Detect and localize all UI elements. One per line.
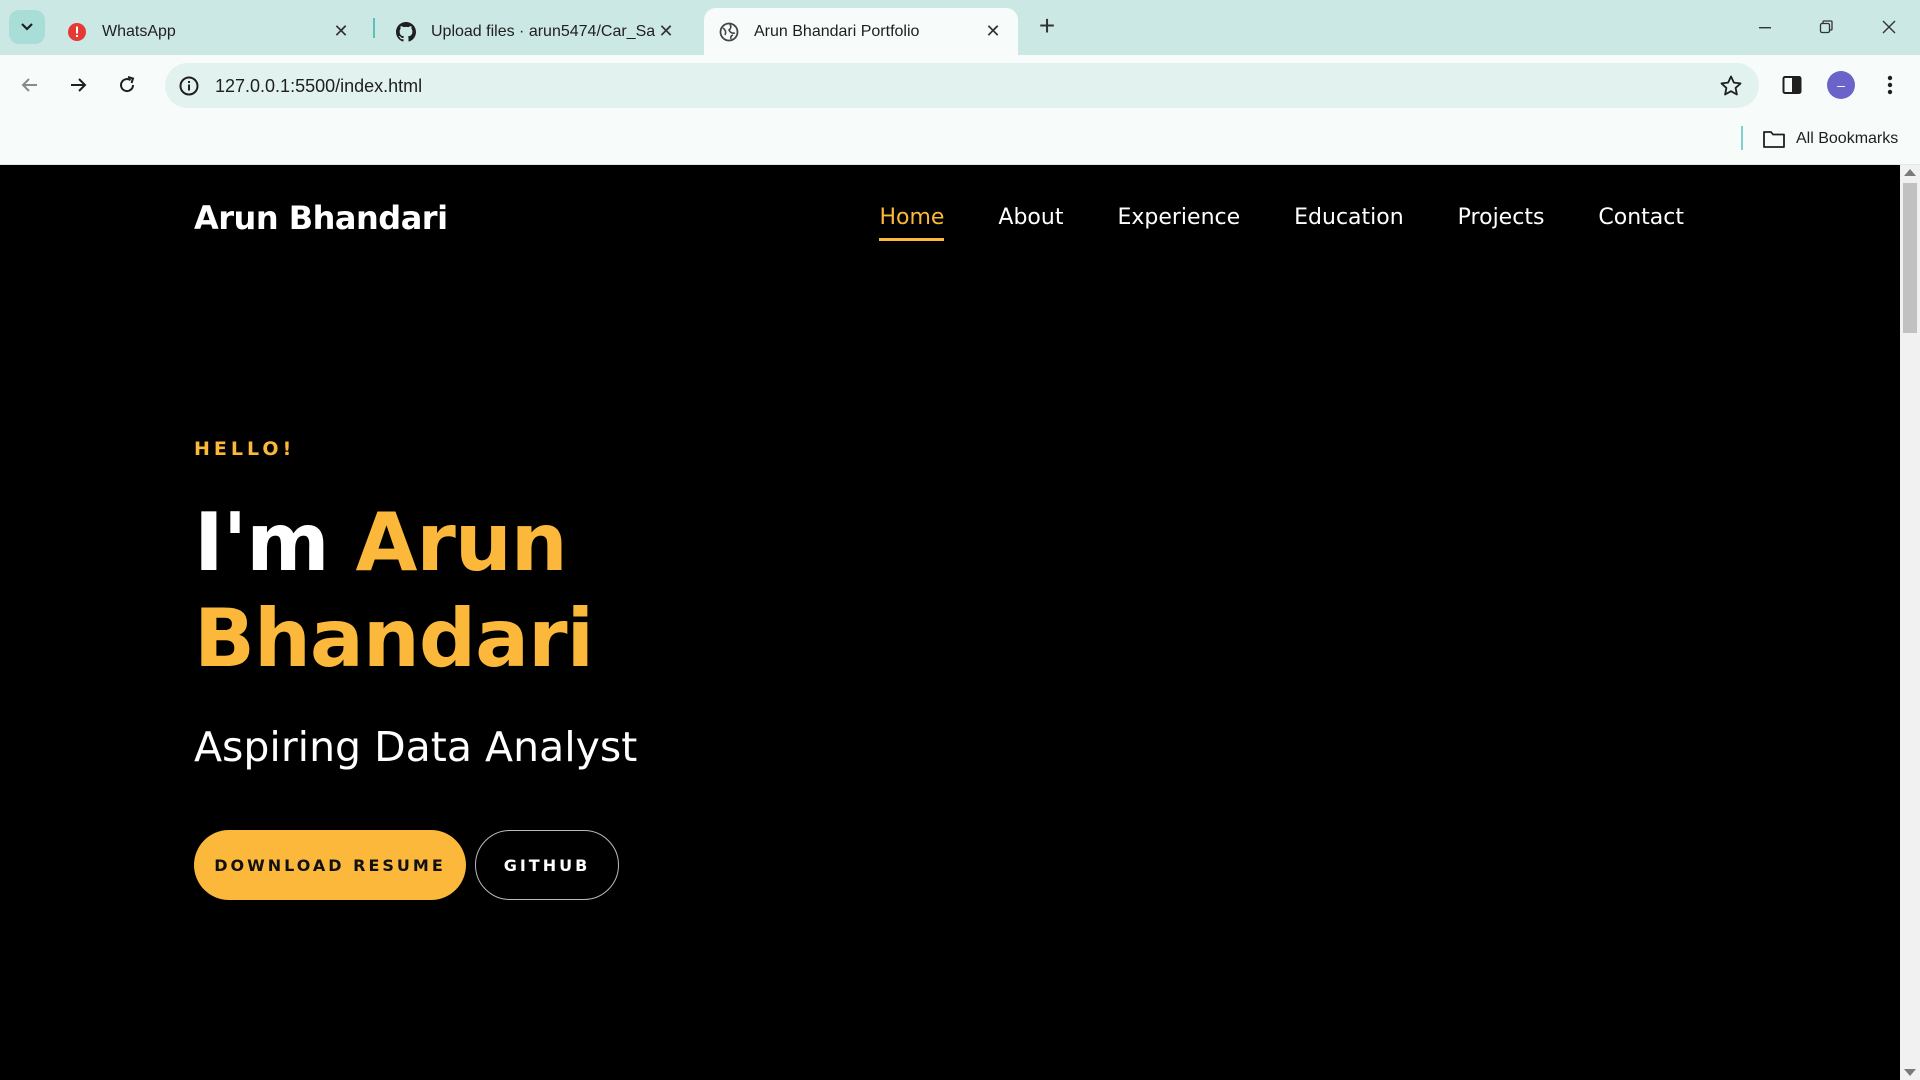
url-text[interactable]: 127.0.0.1:5500/index.html	[215, 76, 422, 97]
minimize-icon	[1759, 27, 1771, 29]
nav-experience[interactable]: Experience	[1117, 205, 1240, 241]
close-tab-icon[interactable]: ✕	[655, 21, 677, 43]
hero-greeting: HELLO!	[194, 438, 296, 460]
nav-about[interactable]: About	[998, 205, 1063, 241]
tab-search-button[interactable]	[9, 10, 45, 44]
close-tab-icon[interactable]: ✕	[982, 21, 1004, 43]
site-nav: Home About Experience Education Projects…	[879, 205, 1684, 241]
site-logo[interactable]: Arun Bhandari	[194, 199, 448, 237]
download-resume-button[interactable]: DOWNLOAD RESUME	[194, 830, 466, 900]
tab-strip: WhatsApp ✕ Upload files · arun5474/Car_S…	[0, 0, 1920, 55]
chevron-down-icon	[21, 23, 33, 31]
nav-education[interactable]: Education	[1294, 205, 1404, 241]
hero-role: Aspiring Data Analyst	[194, 723, 638, 771]
github-button[interactable]: GITHUB	[475, 830, 619, 900]
page-viewport: Arun Bhandari Home About Experience Educ…	[0, 165, 1900, 1080]
tab-whatsapp[interactable]: WhatsApp ✕	[52, 8, 366, 55]
arrow-right-icon	[71, 78, 87, 92]
close-tab-icon[interactable]: ✕	[330, 21, 352, 43]
bookmarks-bar: All Bookmarks	[0, 114, 1920, 165]
new-tab-button[interactable]: +	[1032, 12, 1062, 42]
tab-title: Upload files · arun5474/Car_Sal	[431, 22, 655, 40]
arrow-left-icon	[21, 78, 37, 92]
hero-headline: I'm Arun Bhandari	[194, 495, 894, 687]
profile-button[interactable]: –	[1823, 67, 1859, 103]
page-scrollbar[interactable]	[1900, 165, 1920, 1080]
bookmark-star-icon[interactable]	[1717, 72, 1745, 100]
restore-button[interactable]	[1804, 8, 1848, 46]
reload-button[interactable]	[109, 67, 145, 103]
hero-name-last: Bhandari	[194, 592, 594, 685]
tab-portfolio[interactable]: Arun Bhandari Portfolio ✕	[704, 8, 1018, 55]
scroll-up-arrow-icon[interactable]	[1904, 169, 1916, 176]
site-info-icon[interactable]	[177, 74, 201, 98]
tab-github-upload[interactable]: Upload files · arun5474/Car_Sal ✕	[381, 8, 691, 55]
scroll-thumb[interactable]	[1903, 183, 1917, 333]
reload-icon	[120, 76, 135, 93]
all-bookmarks-label: All Bookmarks	[1796, 130, 1899, 147]
all-bookmarks-button[interactable]: All Bookmarks	[1762, 126, 1898, 152]
scroll-down-arrow-icon[interactable]	[1904, 1069, 1916, 1076]
browser-toolbar: 127.0.0.1:5500/index.html –	[0, 55, 1920, 114]
globe-icon	[718, 21, 740, 43]
forward-button[interactable]	[60, 67, 96, 103]
side-panel-icon	[1782, 76, 1802, 94]
back-button[interactable]	[12, 67, 48, 103]
kebab-menu-icon	[1887, 75, 1893, 95]
close-window-button[interactable]	[1867, 8, 1911, 46]
browser-menu-button[interactable]	[1872, 67, 1908, 103]
tab-title: Arun Bhandari Portfolio	[754, 22, 920, 40]
nav-home[interactable]: Home	[879, 205, 945, 241]
nav-projects[interactable]: Projects	[1458, 205, 1545, 241]
folder-icon	[1763, 131, 1785, 148]
tab-separator	[373, 18, 375, 38]
restore-icon	[1819, 20, 1833, 34]
tab-title: WhatsApp	[102, 22, 176, 40]
close-icon	[1882, 20, 1896, 34]
side-panel-button[interactable]	[1774, 67, 1810, 103]
hero-intro: I'm	[194, 496, 356, 589]
whatsapp-alert-icon	[66, 21, 88, 43]
address-bar[interactable]: 127.0.0.1:5500/index.html	[165, 63, 1759, 108]
bookmarks-separator	[1741, 126, 1743, 150]
hero-name-first: Arun	[355, 496, 567, 589]
nav-contact[interactable]: Contact	[1598, 205, 1684, 241]
github-icon	[395, 21, 417, 43]
avatar: –	[1827, 71, 1855, 99]
minimize-button[interactable]	[1743, 8, 1787, 46]
